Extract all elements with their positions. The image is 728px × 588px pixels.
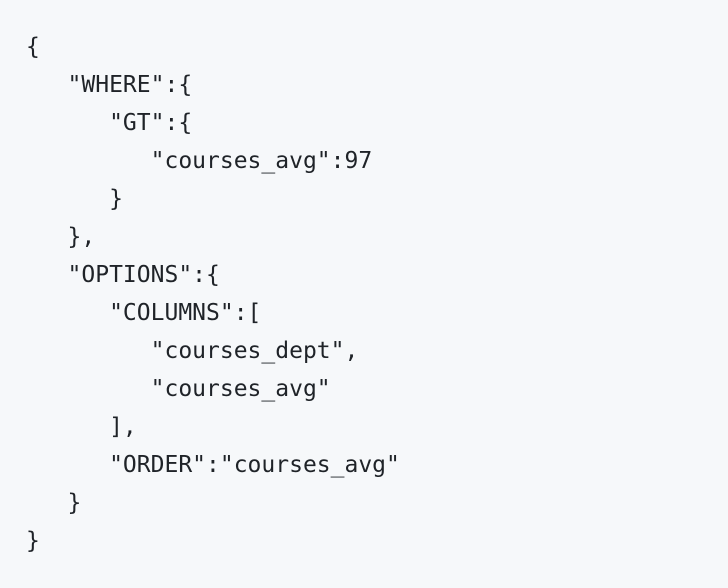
- code-line: "WHERE":{: [26, 72, 193, 98]
- code-line: "COLUMNS":[: [26, 300, 262, 326]
- code-line: }: [26, 528, 40, 554]
- code-line: "ORDER":"courses_avg": [26, 452, 400, 478]
- code-line: {: [26, 34, 40, 60]
- code-line: }: [26, 186, 123, 212]
- code-line: }: [26, 490, 82, 516]
- code-line: "courses_avg":97: [26, 148, 373, 174]
- code-line: "courses_dept",: [26, 338, 359, 364]
- code-line: "GT":{: [26, 110, 193, 136]
- code-line: "courses_avg": [26, 376, 331, 402]
- code-line: ],: [26, 414, 137, 440]
- code-line: "OPTIONS":{: [26, 262, 220, 288]
- code-line: },: [26, 224, 96, 250]
- code-block: { "WHERE":{ "GT":{ "courses_avg":97 } },…: [0, 0, 728, 588]
